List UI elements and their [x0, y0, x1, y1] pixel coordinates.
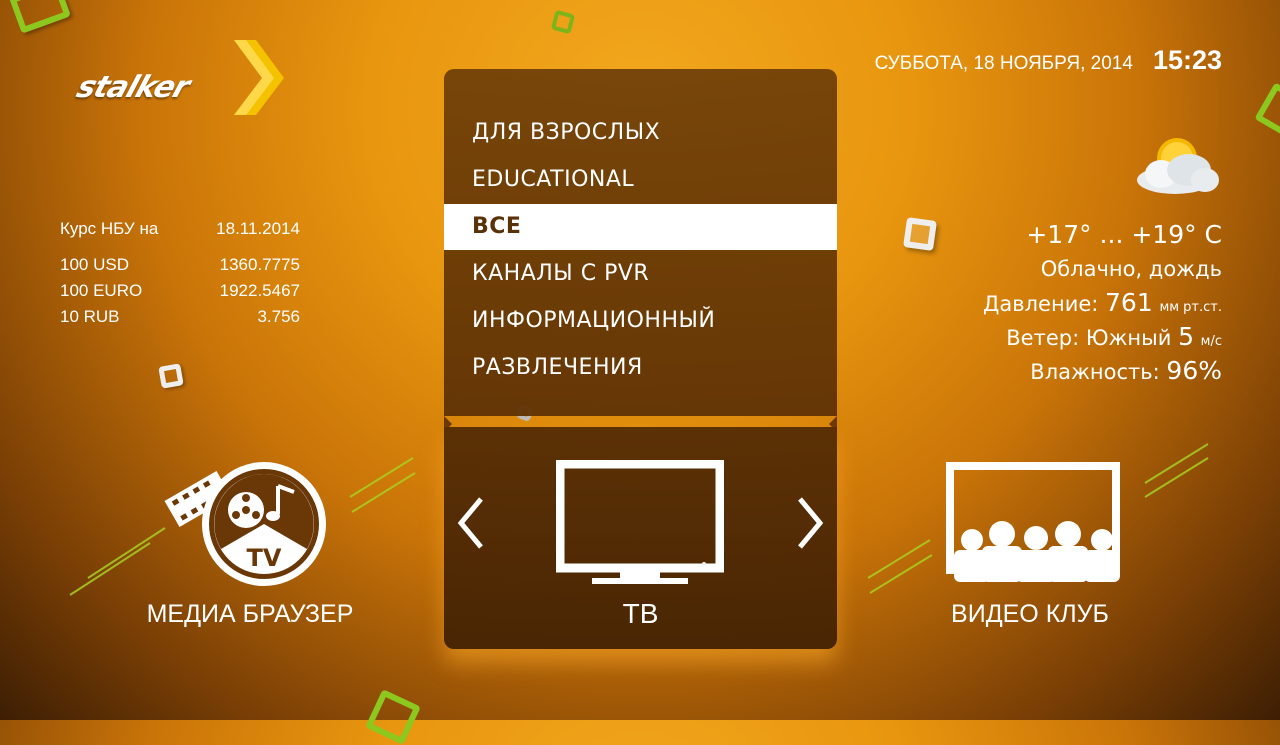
- pressure-value: 761: [1105, 288, 1153, 317]
- logo-chevron-icon: [234, 40, 284, 115]
- currency-header: Курс НБУ на 18.11.2014: [60, 219, 300, 243]
- currency-value: 1922.5467: [219, 281, 300, 300]
- wind-label: Ветер: Южный: [1006, 326, 1172, 350]
- currency-value: 3.756: [257, 307, 300, 326]
- menu-item-educational[interactable]: EDUCATIONAL: [444, 157, 837, 203]
- currency-value: 1360.7775: [219, 255, 300, 274]
- cloud-rain-sun-icon: [1137, 138, 1219, 194]
- category-menu: ДЛЯ ВЗРОСЛЫХ EDUCATIONAL ВСЕ КАНАЛЫ С PV…: [444, 69, 837, 416]
- current-time: 15:23: [1152, 45, 1222, 75]
- menu-item-all[interactable]: ВСЕ: [444, 204, 837, 250]
- humidity-label: Влажность:: [1030, 360, 1160, 384]
- menu-item-informational[interactable]: ИНФОРМАЦИОННЫЙ: [444, 298, 837, 344]
- menu-item-adult[interactable]: ДЛЯ ВЗРОСЛЫХ: [444, 110, 837, 156]
- weather-info: +17° ... +19° C Облачно, дождь Давление:…: [983, 218, 1222, 388]
- chevron-right-icon[interactable]: [796, 495, 826, 551]
- currency-row: 10 RUB 3.756: [60, 304, 300, 330]
- stalker-logo: stalker: [72, 40, 288, 120]
- datetime: СУББОТА, 18 НОЯБРЯ, 2014 15:23: [875, 45, 1222, 76]
- wind-value: 5: [1178, 322, 1194, 351]
- currency-date: 18.11.2014: [216, 219, 300, 238]
- current-date: СУББОТА, 18 НОЯБРЯ, 2014: [874, 53, 1133, 74]
- currency-label: 10 RUB: [60, 307, 120, 326]
- weather-temperature: +17° ... +19° C: [1026, 220, 1222, 249]
- currency-title: Курс НБУ на: [60, 219, 159, 238]
- currency-rates: Курс НБУ на 18.11.2014 100 USD 1360.7775…: [60, 219, 300, 330]
- tv-label[interactable]: ТВ: [444, 598, 837, 630]
- logo-text: stalker: [72, 70, 194, 105]
- currency-label: 100 EURO: [60, 281, 143, 300]
- currency-row: 100 USD 1360.7775: [60, 252, 300, 278]
- chevron-left-icon[interactable]: [455, 495, 485, 551]
- pressure-unit: мм рт.ст.: [1159, 300, 1222, 315]
- weather-description: Облачно, дождь: [1040, 257, 1222, 281]
- pressure-label: Давление:: [982, 292, 1099, 316]
- menu-item-pvr-channels[interactable]: КАНАЛЫ С PVR: [444, 251, 837, 297]
- tv-icon[interactable]: [556, 460, 724, 586]
- menu-item-entertainment[interactable]: РАЗВЛЕЧЕНИЯ: [444, 345, 837, 391]
- weather-wind: Ветер: Южный 5 м/с: [983, 320, 1222, 354]
- media-browser-label[interactable]: МЕДИА БРАУЗЕР: [120, 600, 380, 629]
- currency-label: 100 USD: [60, 255, 129, 274]
- wind-unit: м/с: [1200, 334, 1222, 349]
- currency-row: 100 EURO 1922.5467: [60, 278, 300, 304]
- weather-pressure: Давление: 761 мм рт.ст.: [983, 286, 1222, 320]
- video-club-icon[interactable]: [944, 462, 1134, 584]
- svg-text:TV: TV: [247, 544, 282, 572]
- humidity-value: 96%: [1166, 356, 1222, 385]
- video-club-label[interactable]: ВИДЕО КЛУБ: [900, 600, 1160, 629]
- media-browser-icon[interactable]: TV: [160, 458, 330, 590]
- weather-humidity: Влажность: 96%: [983, 354, 1222, 388]
